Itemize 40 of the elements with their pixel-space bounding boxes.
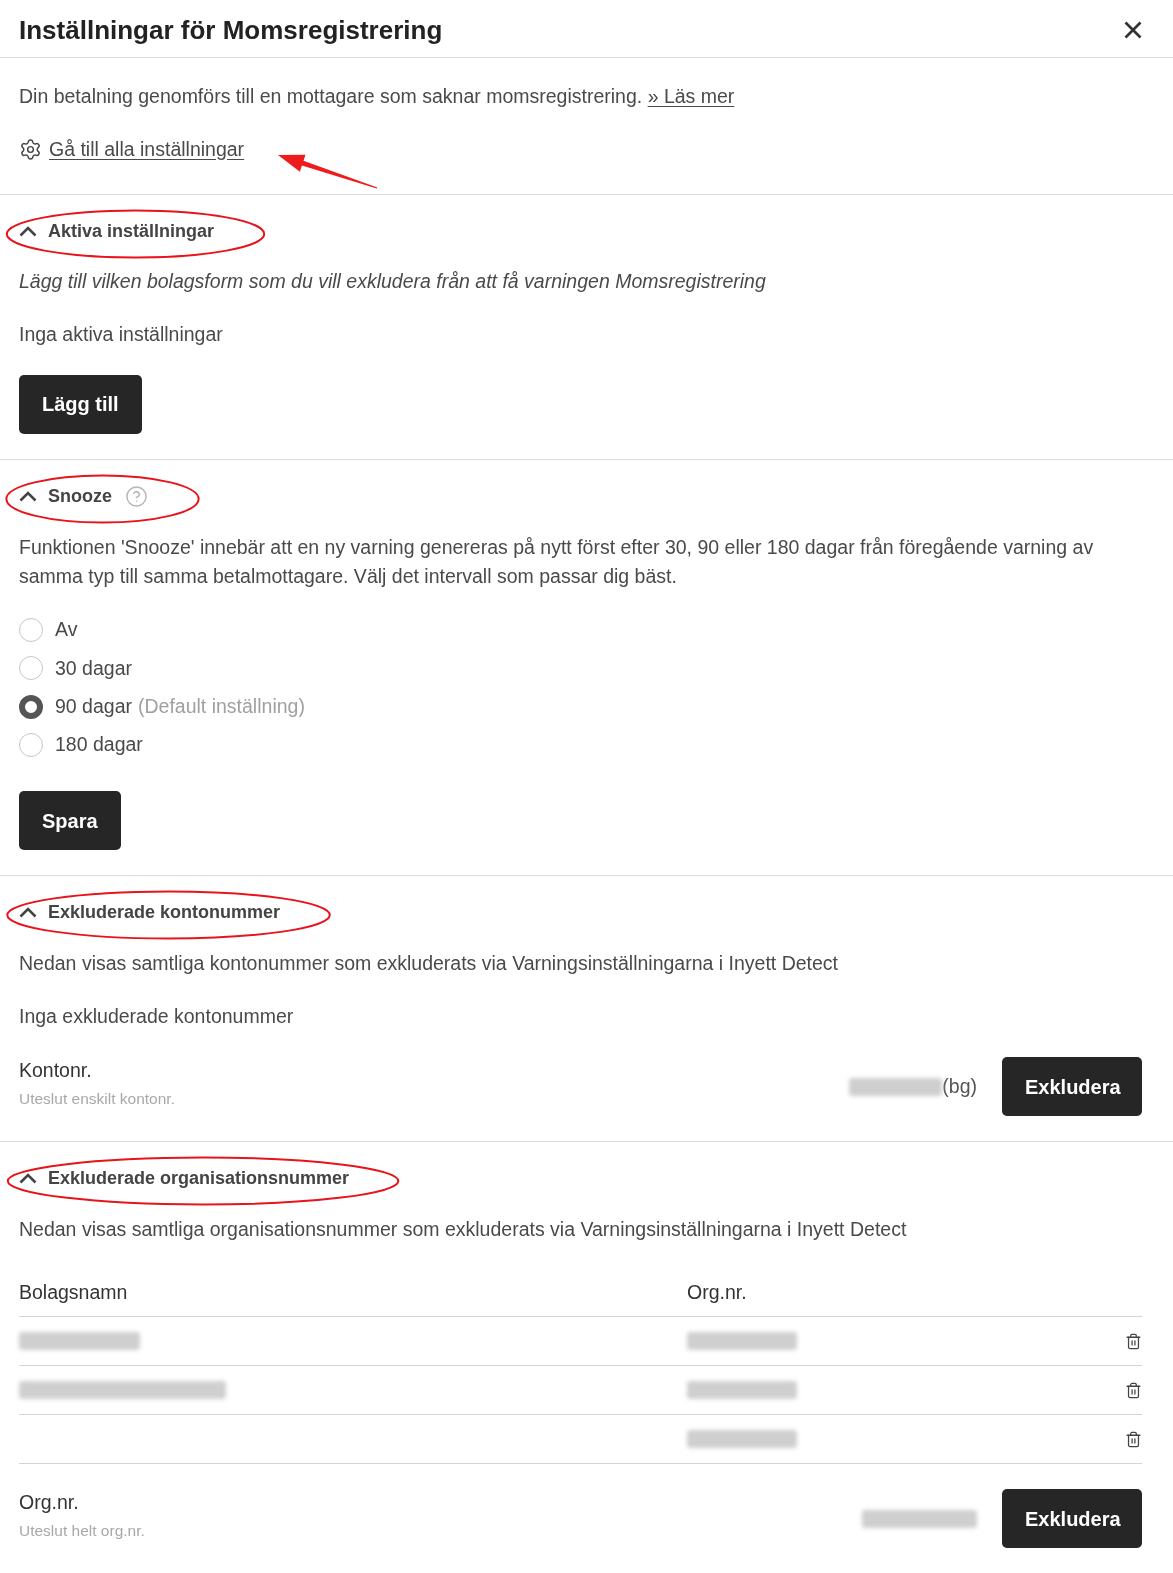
chevron-up-icon bbox=[19, 225, 37, 237]
delete-button[interactable] bbox=[1125, 1381, 1142, 1399]
add-button[interactable]: Lägg till bbox=[19, 374, 142, 434]
settings-link[interactable]: Gå till alla inställningar bbox=[19, 135, 245, 163]
settings-icon bbox=[19, 137, 42, 161]
section-description: Lägg till vilken bolagsform som du vill exkludera från att få varningen Momsregistrering bbox=[19, 268, 767, 294]
option-label: 90 dagar bbox=[55, 693, 132, 719]
empty-text: Inga exkluderade kontonummer bbox=[19, 1004, 295, 1029]
field-hint: Uteslut enskilt kontonr. bbox=[19, 1089, 175, 1109]
intro-text: Din betalning genomförs till en mottagare som saknar momsregistrering. » Läs mer bbox=[19, 83, 736, 109]
section-description: Nedan visas samtliga organisationsnummer som exkluderats via Varningsinställningarna i Inyett Detect bbox=[19, 1217, 908, 1242]
chevron-up-icon bbox=[19, 907, 37, 918]
close-icon bbox=[1124, 21, 1142, 39]
option-label: 180 dagar bbox=[55, 732, 143, 758]
chevron-up-icon bbox=[19, 490, 37, 502]
exclude-button[interactable]: Exkludera bbox=[1002, 1057, 1142, 1116]
section-description: Nedan visas samtliga kontonummer som exkluderats via Varningsinställningarna i Inyett Detect bbox=[19, 951, 840, 976]
field-hint: Uteslut helt org.nr. bbox=[19, 1521, 145, 1541]
column-header: Bolagsnamn bbox=[19, 1280, 129, 1306]
column-header: Org.nr. bbox=[687, 1280, 748, 1306]
trash-icon bbox=[1125, 1430, 1142, 1448]
delete-button[interactable] bbox=[1125, 1332, 1142, 1350]
delete-button[interactable] bbox=[1125, 1430, 1142, 1448]
radio-button[interactable] bbox=[19, 694, 43, 719]
exclude-button[interactable]: Exkludera bbox=[1002, 1489, 1142, 1548]
value-suffix: (bg) bbox=[942, 1073, 977, 1099]
section-description: Funktionen 'Snooze' innebär att en ny varning genereras på nytt först efter 30, 90 eller 180 dagar från föregående varning av samma typ till samma betalmottagare. Välj det intervall som passar dig bäst. bbox=[19, 534, 1095, 589]
dialog-title: Inställningar för Momsregistrering bbox=[19, 14, 443, 47]
option-label: 30 dagar bbox=[55, 655, 132, 681]
option-label: Av bbox=[55, 617, 78, 643]
empty-text: Inga aktiva inställningar bbox=[19, 321, 224, 347]
field-label: Kontonr. bbox=[19, 1058, 93, 1083]
chevron-up-icon bbox=[19, 1173, 37, 1184]
trash-icon bbox=[1125, 1332, 1142, 1350]
default-note: (Default inställning) bbox=[138, 693, 305, 719]
field-label: Org.nr. bbox=[19, 1490, 80, 1515]
save-button[interactable]: Spara bbox=[19, 791, 121, 850]
trash-icon bbox=[1125, 1381, 1142, 1399]
close-button[interactable] bbox=[1124, 21, 1142, 39]
read-more-link[interactable]: » Läs mer bbox=[647, 84, 735, 107]
